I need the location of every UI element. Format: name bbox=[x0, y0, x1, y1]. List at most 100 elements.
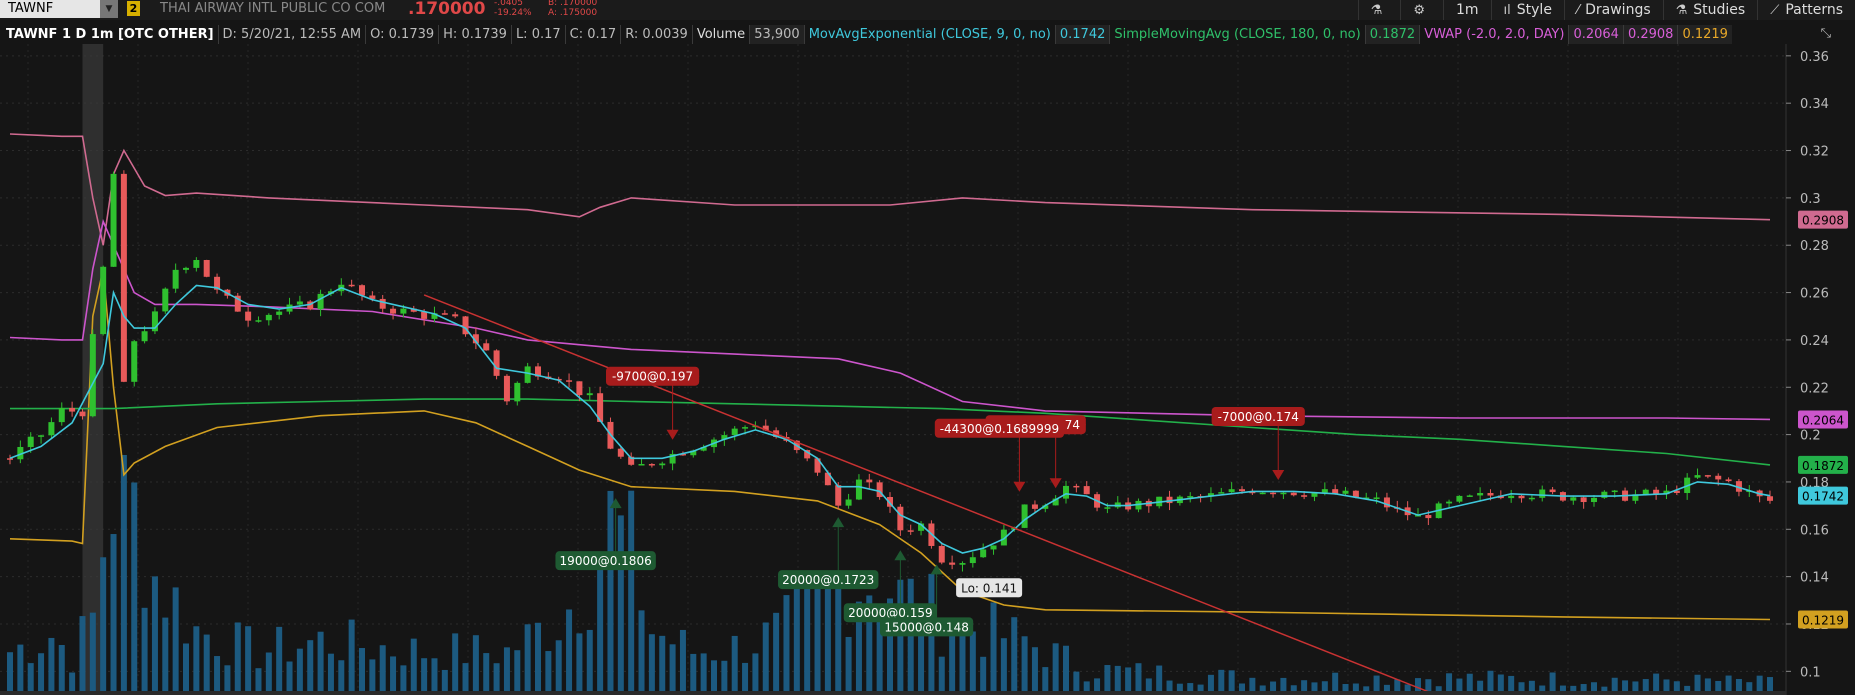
trade-label-text: -9700@0.197 bbox=[612, 370, 693, 384]
candle-body bbox=[452, 314, 459, 317]
candle-body bbox=[1591, 497, 1597, 503]
candle-body bbox=[1466, 495, 1473, 497]
vwap-lower-value: 0.1219 bbox=[1677, 24, 1732, 44]
volume-bar bbox=[752, 653, 759, 695]
volume-bar bbox=[949, 632, 956, 695]
volume-bar bbox=[835, 581, 842, 695]
candle-body bbox=[1259, 492, 1266, 495]
candle-body bbox=[183, 267, 189, 270]
volume-bar bbox=[648, 634, 655, 695]
candle-body bbox=[566, 380, 573, 382]
volume-bar bbox=[742, 662, 749, 695]
candle-body bbox=[938, 545, 945, 563]
drawings-button[interactable]: ⁄ Drawings bbox=[1563, 0, 1663, 20]
candle-body bbox=[638, 464, 645, 466]
gear-icon: ⚙ bbox=[1413, 2, 1425, 18]
candle-body bbox=[317, 293, 324, 310]
candle-body bbox=[1487, 493, 1494, 496]
ema-study-value: 0.1742 bbox=[1054, 24, 1110, 44]
candle-body bbox=[1694, 475, 1701, 478]
bar-close: C: 0.17 bbox=[564, 24, 621, 44]
candle-body bbox=[193, 260, 200, 268]
axis-price-tag-text: 0.1219 bbox=[1802, 613, 1844, 627]
collapse-icon[interactable]: ⤡ bbox=[1821, 26, 1831, 41]
volume-bar bbox=[721, 660, 728, 695]
volume-bar bbox=[514, 650, 521, 695]
sma-study-value: 0.1872 bbox=[1364, 24, 1420, 44]
ema-study-label[interactable]: MovAvgExponential (CLOSE, 9, 0, no) bbox=[803, 24, 1055, 44]
volume-bar bbox=[131, 482, 138, 695]
volume-bar bbox=[327, 653, 334, 695]
net-change: -.0405 -19.24% bbox=[494, 0, 532, 18]
vwap-upper-value: 0.2908 bbox=[1622, 24, 1678, 44]
candle-body bbox=[949, 562, 956, 565]
volume-bar bbox=[296, 648, 303, 695]
timeframe-button[interactable]: 1m bbox=[1442, 0, 1491, 20]
candle-body bbox=[265, 314, 272, 321]
candle-body bbox=[1373, 497, 1380, 499]
volume-bar bbox=[317, 631, 324, 695]
volume-bar bbox=[348, 619, 355, 695]
candle-body bbox=[296, 301, 303, 305]
y-axis-tick-label: 0.2 bbox=[1800, 429, 1821, 444]
volume-bar bbox=[1011, 617, 1018, 695]
candle-body bbox=[1073, 485, 1080, 488]
style-button[interactable]: ıl Style bbox=[1490, 0, 1564, 20]
candle-body bbox=[907, 530, 914, 532]
volume-bar bbox=[617, 515, 624, 695]
candle-body bbox=[1446, 501, 1453, 504]
candle-body bbox=[245, 311, 252, 321]
volume-bar bbox=[410, 638, 417, 695]
volume-study-label[interactable]: Volume bbox=[691, 24, 749, 44]
volume-bar bbox=[214, 656, 221, 695]
candle-body bbox=[1342, 490, 1349, 494]
symbol-input[interactable]: TAWNF bbox=[0, 0, 102, 18]
y-axis-tick-label: 0.34 bbox=[1800, 97, 1829, 112]
candle-body bbox=[89, 334, 96, 417]
candle-body bbox=[255, 320, 262, 322]
sma-study-label[interactable]: SimpleMovingAvg (CLOSE, 180, 0, no) bbox=[1109, 24, 1364, 44]
volume-bar bbox=[597, 561, 604, 695]
candle-body bbox=[493, 350, 500, 376]
bar-date: D: 5/20/21, 12:55 AM bbox=[217, 24, 366, 44]
candle-body bbox=[48, 422, 55, 436]
ask-price: A: .175000 bbox=[548, 8, 598, 18]
vwap-study-value: 0.2064 bbox=[1568, 24, 1623, 44]
candle-body bbox=[1280, 492, 1287, 495]
symbol-dropdown-icon[interactable]: ▼ bbox=[100, 0, 118, 18]
candle-body bbox=[1021, 504, 1028, 528]
link-group-badge[interactable]: 2 bbox=[127, 1, 140, 16]
vwap-study-label[interactable]: VWAP (-2.0, 2.0, DAY) bbox=[1419, 24, 1568, 44]
bar-low: L: 0.17 bbox=[510, 24, 565, 44]
lo-marker-label: Lo: 0.141 bbox=[961, 581, 1017, 595]
flask-button[interactable]: ⚗ bbox=[1357, 0, 1401, 20]
volume-bar bbox=[1156, 665, 1163, 695]
volume-bar bbox=[669, 644, 676, 695]
candle-body bbox=[400, 308, 407, 314]
y-axis-tick-label: 0.26 bbox=[1800, 287, 1829, 302]
volume-bar bbox=[58, 645, 65, 695]
volume-bar bbox=[907, 578, 914, 695]
pencil-icon: ⁄ bbox=[1576, 2, 1580, 18]
volume-bar bbox=[1042, 667, 1049, 695]
volume-bar bbox=[203, 634, 210, 695]
volume-bar bbox=[1104, 665, 1111, 695]
volume-bar bbox=[731, 635, 738, 695]
candle-body bbox=[835, 485, 842, 506]
price-chart[interactable]: -9700@0.197-13000@0.174-44300@0.1689999-… bbox=[0, 44, 1855, 695]
volume-bar bbox=[586, 629, 593, 695]
patterns-button[interactable]: ⟋ Patterns bbox=[1757, 0, 1855, 20]
studies-label: Studies bbox=[1693, 2, 1746, 18]
studies-button[interactable]: ⚗ Studies bbox=[1662, 0, 1758, 20]
candle-body bbox=[1549, 489, 1556, 493]
chart-title: TAWNF 1 D 1m [OTC OTHER] bbox=[6, 26, 214, 42]
toolbar-right: ⚗ ⚙ 1m ıl Style ⁄ Drawings ⚗ Studies ⟋ Patte… bbox=[1357, 0, 1855, 20]
settings-button[interactable]: ⚙ bbox=[1400, 0, 1443, 20]
volume-bar bbox=[193, 626, 200, 695]
candle-body bbox=[379, 298, 386, 309]
volume-bar bbox=[48, 637, 55, 695]
candle-body bbox=[1083, 486, 1090, 495]
candle-body bbox=[1704, 475, 1711, 477]
candle-body bbox=[1570, 497, 1577, 501]
volume-bar bbox=[762, 622, 769, 695]
